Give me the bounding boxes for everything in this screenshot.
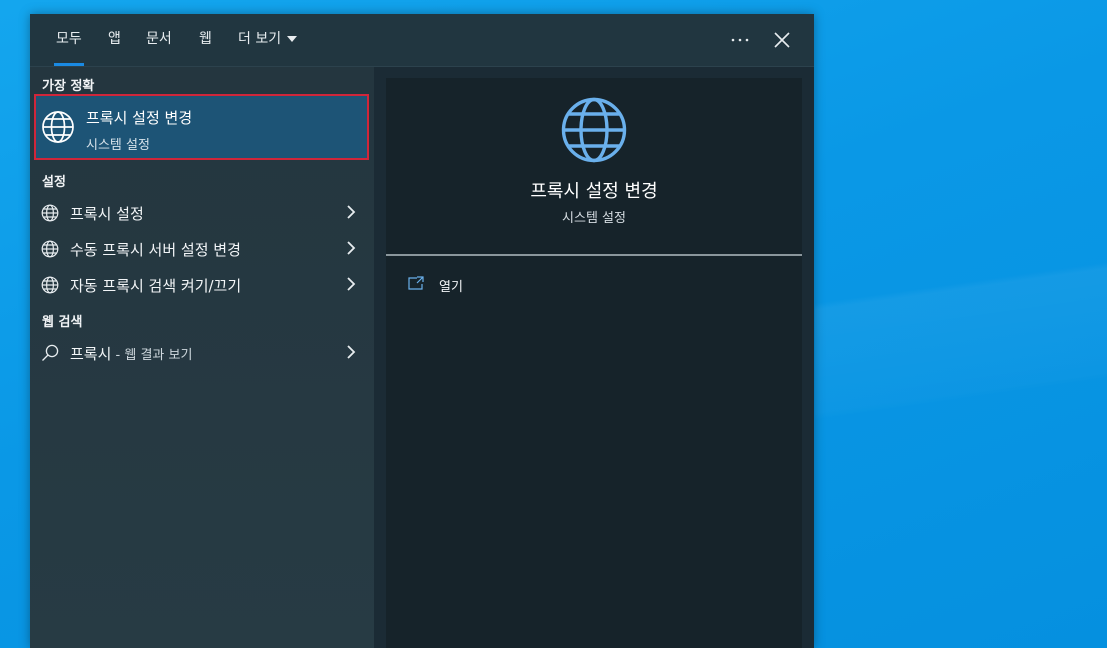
globe-icon — [41, 204, 59, 222]
chevron-right-icon[interactable] — [346, 344, 356, 360]
globe-icon — [561, 97, 627, 163]
globe-icon — [41, 240, 59, 258]
tab-documents[interactable]: 문서 — [146, 14, 172, 66]
globe-icon — [42, 111, 74, 143]
best-match-result[interactable]: 프록시 설정 변경 시스템 설정 — [34, 94, 369, 160]
web-search-query: 프록시 — [70, 345, 112, 363]
preview-title: 프록시 설정 변경 — [530, 181, 658, 202]
search-panel: 모두 앱 문서 웹 더 보기 가장 정확 프록시 설정 변경 시스템 설정 설정… — [30, 14, 814, 648]
divider — [386, 254, 802, 256]
tab-all[interactable]: 모두 — [54, 14, 84, 66]
settings-item-manual-proxy[interactable]: 수동 프록시 서버 설정 변경 — [30, 231, 374, 265]
section-web-search: 웹 검색 — [42, 315, 83, 330]
web-search-label: 프록시 - 웹 결과 보기 — [70, 343, 192, 364]
preview-pane: 프록시 설정 변경 시스템 설정 열기 — [386, 78, 802, 648]
chevron-right-icon[interactable] — [346, 240, 356, 256]
settings-item-proxy[interactable]: 프록시 설정 — [30, 195, 374, 229]
settings-item-label: 자동 프록시 검색 켜기/끄기 — [70, 277, 242, 295]
best-match-title: 프록시 설정 변경 — [86, 109, 193, 127]
tab-more[interactable]: 더 보기 — [238, 14, 298, 66]
settings-item-label: 프록시 설정 — [70, 205, 144, 223]
caret-down-icon — [287, 36, 298, 42]
close-icon[interactable] — [770, 28, 794, 52]
search-filter-bar: 모두 앱 문서 웹 더 보기 — [30, 14, 814, 67]
settings-item-auto-proxy[interactable]: 자동 프록시 검색 켜기/끄기 — [30, 267, 374, 301]
tab-web[interactable]: 웹 — [199, 14, 212, 66]
ellipsis-icon[interactable] — [728, 28, 752, 52]
tab-apps[interactable]: 앱 — [108, 14, 121, 66]
chevron-right-icon[interactable] — [346, 276, 356, 292]
section-best-match: 가장 정확 — [42, 79, 95, 94]
web-search-suffix: - 웹 결과 보기 — [111, 348, 193, 363]
best-match-subtitle: 시스템 설정 — [86, 138, 150, 153]
settings-item-label: 수동 프록시 서버 설정 변경 — [70, 241, 241, 259]
results-list: 가장 정확 프록시 설정 변경 시스템 설정 설정 프록시 설정 수동 프록시 … — [30, 67, 374, 648]
open-icon — [408, 276, 424, 290]
desktop-background — [815, 0, 1107, 648]
web-search-result[interactable]: 프록시 - 웹 결과 보기 — [30, 335, 374, 369]
search-icon — [42, 344, 59, 361]
preview-subtitle: 시스템 설정 — [562, 211, 626, 226]
chevron-right-icon[interactable] — [346, 204, 356, 220]
section-settings: 설정 — [42, 175, 66, 190]
globe-icon — [41, 276, 59, 294]
open-action-label: 열기 — [439, 280, 463, 295]
